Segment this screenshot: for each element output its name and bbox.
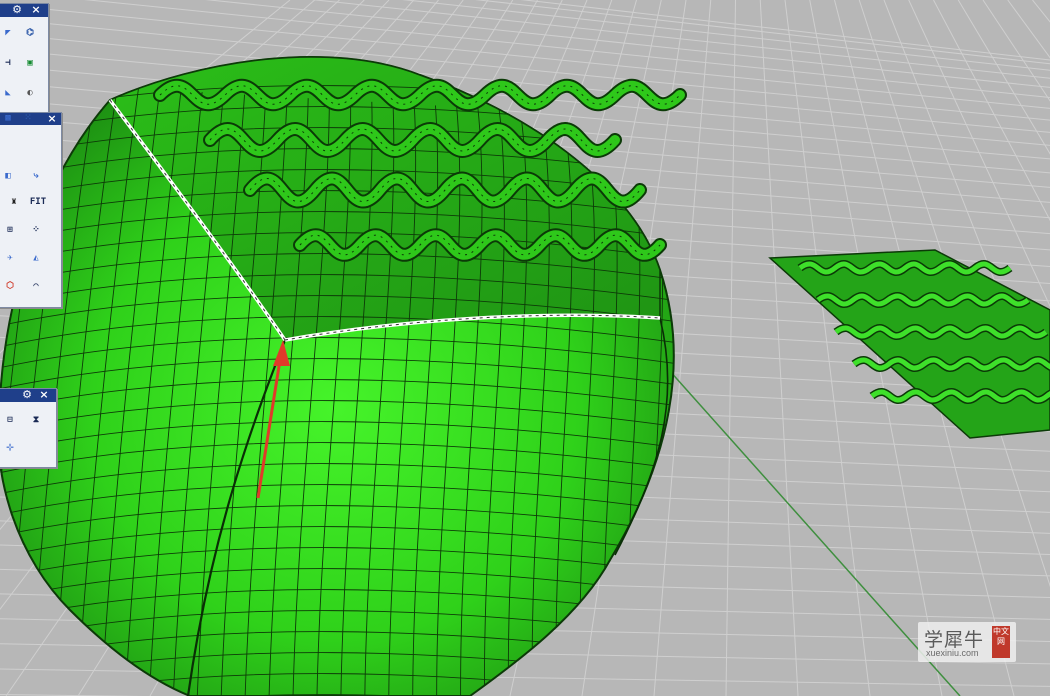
ring-icon[interactable]: ⌬ [19,22,41,44]
mirror-icon[interactable]: ◧ [0,165,19,187]
snap-icon[interactable]: ⊞ [0,219,21,241]
xuexiniu-watermark: 学犀牛 xuexiniu.com 中文网 [918,622,1016,662]
gear-icon[interactable]: ⚙ [21,388,33,401]
middle-tool-palette[interactable]: × ▩ ⁙ ◧ ⤷ ♜ FIT ⊞ ⁘ ✈ ◭ ⬡ ⌒ [0,112,62,308]
y-axis-line [659,359,961,696]
dots-icon[interactable]: ⁘ [25,219,47,241]
flow-icon[interactable]: ◤ [0,22,19,44]
point-grid-icon[interactable]: ⁙ [17,107,39,129]
columns-icon[interactable]: ⊟ [0,409,21,431]
sphere-icon[interactable]: ◐ [19,82,41,104]
sweep-icon[interactable]: ◣ [0,82,19,104]
palette-titlebar[interactable]: ⚙ × [0,388,56,402]
box-icon[interactable]: ⬡ [0,275,21,297]
node-icon[interactable]: ⊹ [0,437,21,459]
flat-pattern-panel[interactable] [768,249,1050,439]
close-icon[interactable]: × [38,388,50,401]
fit-label: FIT [29,197,47,207]
fit-icon[interactable]: FIT [27,191,49,213]
watermark-seal: 中文网 [992,626,1010,658]
watermark-domain: xuexiniu.com [926,648,979,658]
satellite-icon[interactable]: ✈ [0,247,21,269]
split-icon[interactable]: ⊣ [0,52,19,74]
close-icon[interactable]: × [30,3,42,16]
curve-icon[interactable]: ⌒ [25,275,47,297]
paint-icon[interactable]: ◭ [25,247,47,269]
green-sphere-surface[interactable] [0,55,708,696]
close-icon[interactable]: × [46,112,58,125]
rhino-3d-viewport[interactable] [0,0,1050,696]
viewport-canvas[interactable] [0,0,1050,696]
arrow-flow-icon[interactable]: ⤷ [25,165,47,187]
bottom-tool-palette[interactable]: ⚙ × ⊟ ⧗ ⊹ [0,388,57,468]
palette-titlebar[interactable]: ⚙ × [0,3,48,17]
render-icon[interactable]: ▣ [19,52,41,74]
figure-icon[interactable]: ♜ [3,191,25,213]
gear-icon[interactable]: ⚙ [11,3,23,16]
hourglass-icon[interactable]: ⧗ [25,409,47,431]
